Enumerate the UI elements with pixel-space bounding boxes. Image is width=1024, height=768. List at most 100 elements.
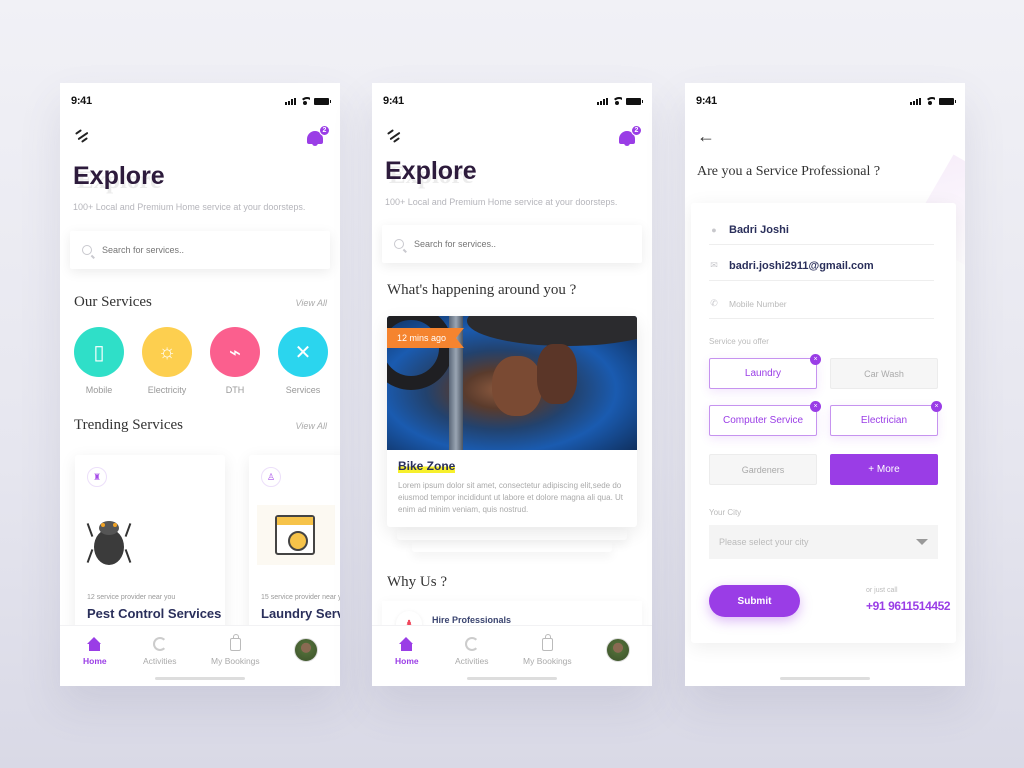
tab-home[interactable]: Home	[395, 635, 419, 666]
chip-electrician[interactable]: Electrician ×	[830, 401, 942, 436]
explore-screen: 9:41 2 Explore Explore 100+ Local and Pr…	[60, 83, 340, 686]
our-services-heading: Our Services	[74, 294, 152, 310]
dropdown-arrow-icon	[916, 539, 928, 545]
service-label: Mobile	[85, 385, 113, 395]
search-bar[interactable]	[382, 225, 642, 263]
home-indicator	[155, 677, 245, 680]
page-title: Explore	[385, 157, 477, 185]
city-label: Your City	[709, 508, 742, 517]
home-indicator	[467, 677, 557, 680]
happening-heading: What's happening around you ?	[387, 282, 577, 298]
search-icon	[82, 245, 92, 255]
tab-label: My Bookings	[523, 656, 572, 666]
tab-activities[interactable]: Activities	[143, 635, 177, 666]
laundry-person-icon: ♙	[261, 467, 281, 487]
trending-card-laundry[interactable]: ♙ 15 service provider near you Laundry S…	[249, 455, 340, 645]
battery-icon	[626, 97, 643, 105]
news-body: Lorem ipsum dolor sit amet, consectetur …	[398, 481, 624, 514]
phone-icon: ✆	[710, 298, 718, 308]
chip-computer-service[interactable]: Computer Service ×	[709, 401, 821, 436]
search-input[interactable]	[102, 245, 282, 255]
home-icon	[399, 636, 414, 651]
shopping-bag-icon	[541, 634, 553, 651]
battery-icon	[314, 97, 331, 105]
remove-chip-icon[interactable]: ×	[931, 401, 942, 412]
status-time: 9:41	[71, 95, 92, 107]
tab-activities[interactable]: Activities	[455, 635, 489, 666]
profile-avatar[interactable]	[294, 638, 318, 662]
news-title: Bike Zone	[398, 459, 456, 473]
battery-icon	[939, 97, 956, 105]
call-number-link[interactable]: +91 9611514452	[866, 599, 951, 613]
activities-icon	[152, 636, 167, 651]
mail-icon: ✉	[710, 260, 718, 270]
wifi-icon	[925, 97, 935, 105]
wifi-icon	[612, 97, 622, 105]
shopping-bag-icon	[229, 634, 241, 651]
mobile-field[interactable]: ✆ Mobile Number	[709, 289, 934, 319]
tab-label: Home	[395, 656, 419, 666]
activities-icon	[464, 636, 479, 651]
washing-machine-illustration	[257, 505, 335, 565]
service-label: DTH	[225, 385, 245, 395]
search-input[interactable]	[414, 239, 594, 249]
view-all-trending-link[interactable]: View All	[295, 421, 327, 431]
profile-avatar[interactable]	[606, 638, 630, 662]
tab-my-bookings[interactable]: My Bookings	[211, 634, 260, 666]
why-item-label: Hire Professionals	[432, 615, 512, 625]
service-label: Services	[285, 385, 321, 395]
chip-label: Electrician	[860, 415, 908, 426]
signal-icon	[285, 97, 296, 105]
status-bar: 9:41	[71, 95, 331, 107]
satellite-dish-icon: ⌁	[210, 327, 260, 377]
tools-icon: ✕	[278, 327, 328, 377]
city-placeholder: Please select your city	[719, 537, 809, 547]
tab-label: My Bookings	[211, 656, 260, 666]
service-electricity[interactable]: ☼ Electricity	[142, 327, 192, 395]
services-row: ▯ Mobile ☼ Electricity ⌁ DTH ✕ Services	[74, 327, 328, 395]
email-field[interactable]: ✉ badri.joshi2911@gmail.com	[709, 251, 934, 281]
menu-icon[interactable]	[75, 128, 89, 143]
card-title: Pest Control Services	[87, 606, 222, 621]
service-mobile[interactable]: ▯ Mobile	[74, 327, 124, 395]
status-time: 9:41	[696, 95, 717, 107]
service-services[interactable]: ✕ Services	[278, 327, 328, 395]
back-arrow-icon[interactable]: ←	[697, 126, 715, 147]
page-question: Are you a Service Professional ?	[697, 164, 881, 179]
notification-bell-icon[interactable]: 2	[618, 125, 642, 146]
trending-card-pest-control[interactable]: ♜ 12 service provider near you Pest Cont…	[75, 455, 225, 645]
page-title: Explore	[73, 162, 165, 190]
view-all-services-link[interactable]: View All	[295, 298, 327, 308]
tab-home[interactable]: Home	[83, 635, 107, 666]
menu-icon[interactable]	[387, 128, 401, 143]
search-bar[interactable]	[70, 231, 330, 269]
submit-button[interactable]: Submit	[709, 585, 800, 617]
page-subtitle: 100+ Local and Premium Home service at y…	[73, 202, 306, 212]
city-select[interactable]: Please select your city	[709, 525, 938, 559]
signal-icon	[597, 97, 608, 105]
chip-car-wash[interactable]: Car Wash	[830, 358, 938, 389]
card-stack-shadow	[397, 530, 627, 540]
chip-laundry[interactable]: Laundry ×	[709, 354, 821, 389]
remove-chip-icon[interactable]: ×	[810, 354, 821, 365]
service-label: Electricity	[147, 385, 187, 395]
explore-news-screen: 9:41 2 Explore Explore 100+ Local and Pr…	[372, 83, 652, 686]
status-bar: 9:41	[383, 95, 643, 107]
tab-my-bookings[interactable]: My Bookings	[523, 634, 572, 666]
remove-chip-icon[interactable]: ×	[810, 401, 821, 412]
service-dth[interactable]: ⌁ DTH	[210, 327, 260, 395]
signal-icon	[910, 97, 921, 105]
bottom-tab-bar: Home Activities My Bookings	[60, 625, 340, 686]
more-services-button[interactable]: + More	[830, 454, 938, 485]
news-card[interactable]: 12 mins ago Bike Zone Lorem ipsum dolor …	[387, 316, 637, 527]
card-stack-shadow	[412, 542, 612, 552]
bulb-icon: ☼	[142, 327, 192, 377]
chip-gardeners[interactable]: Gardeners	[709, 454, 817, 485]
name-field[interactable]: ● Badri Joshi	[709, 215, 934, 245]
tab-label: Activities	[455, 656, 489, 666]
notification-bell-icon[interactable]: 2	[306, 125, 330, 146]
notification-count: 2	[631, 125, 642, 136]
status-time: 9:41	[383, 95, 404, 107]
mobile-placeholder: Mobile Number	[729, 298, 787, 309]
beetle-illustration	[86, 513, 132, 569]
